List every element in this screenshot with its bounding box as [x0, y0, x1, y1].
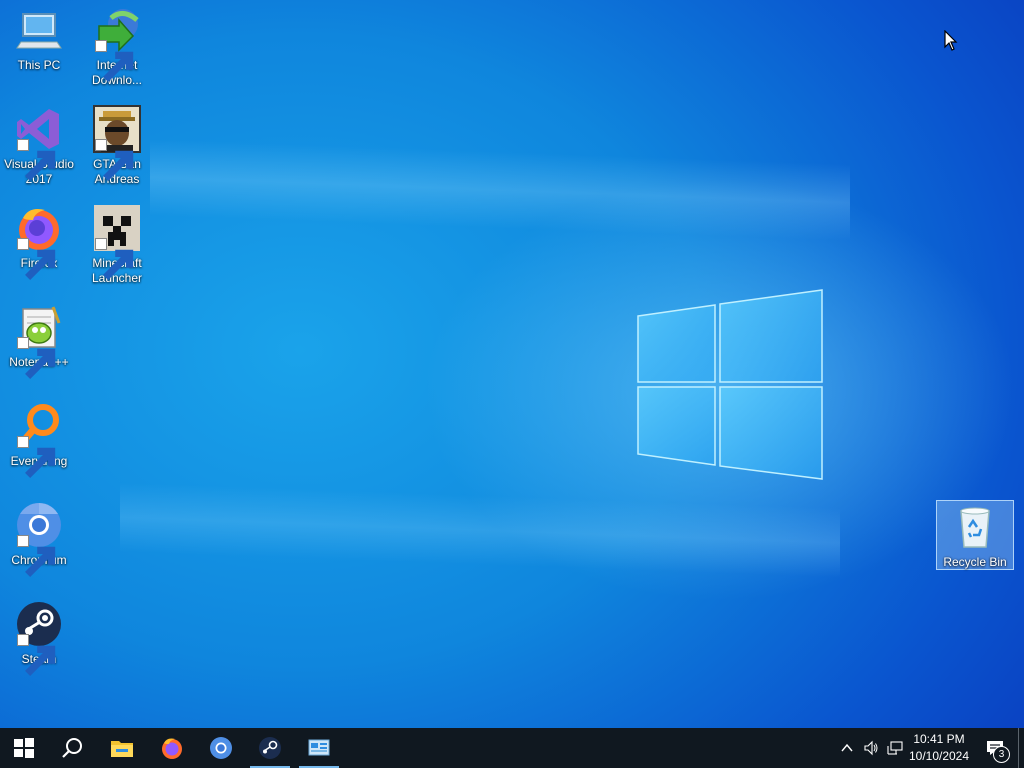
visual-studio-icon: [15, 105, 63, 181]
chevron-up-icon: [841, 743, 853, 752]
shortcut-arrow-icon: [17, 337, 56, 379]
show-hidden-icons-button[interactable]: [838, 728, 856, 768]
desktop-icon-this-pc[interactable]: This PC: [2, 6, 76, 73]
control-panel-icon: [308, 739, 330, 756]
shortcut-arrow-icon: [17, 139, 56, 181]
desktop-icon-label: This PC: [17, 58, 61, 72]
action-center-button[interactable]: 3: [980, 728, 1010, 768]
shortcut-arrow-icon: [17, 436, 56, 478]
desktop-icon-firefox[interactable]: Firefox: [2, 204, 76, 280]
notification-count-badge: 3: [993, 746, 1010, 763]
desktop-icon-internet-download-manager[interactable]: Internet Downlo...: [80, 6, 154, 88]
computer-icon: [15, 6, 63, 54]
desktop-icon-label: Recycle Bin: [943, 555, 1007, 569]
shortcut-arrow-icon: [95, 40, 134, 82]
desktop-icon-minecraft-launcher[interactable]: Minecraft Launcher: [80, 204, 154, 286]
taskbar-chromium[interactable]: [197, 728, 245, 768]
steam-icon: [259, 737, 281, 759]
clock-date: 10/10/2024: [908, 749, 970, 763]
taskbar: 10:41 PM 10/10/2024 3: [0, 728, 1024, 768]
desktop-icon-steam[interactable]: Steam: [2, 600, 76, 676]
internet-download-manager-icon: [93, 6, 141, 82]
taskbar-clock[interactable]: 10:41 PM 10/10/2024: [900, 728, 978, 768]
chromium-icon: [15, 501, 63, 577]
shortcut-arrow-icon: [17, 238, 56, 280]
search-button[interactable]: [48, 728, 96, 768]
desktop-icon-everything[interactable]: Everything: [2, 402, 76, 478]
mouse-cursor-icon: [944, 30, 958, 51]
speaker-icon: [864, 740, 878, 756]
clock-time: 10:41 PM: [913, 732, 965, 746]
taskbar-file-explorer[interactable]: [98, 728, 146, 768]
desktop-icon-visual-studio-2017[interactable]: Visual Studio 2017: [2, 105, 76, 187]
firefox-icon: [15, 204, 63, 280]
volume-button[interactable]: [860, 728, 882, 768]
show-desktop-button[interactable]: [1019, 728, 1024, 768]
firefox-icon: [162, 738, 182, 759]
start-icon: [14, 738, 34, 758]
start-button[interactable]: [0, 728, 48, 768]
everything-search-icon: [15, 402, 63, 478]
desktop-icon-gta-san-andreas[interactable]: GTA San Andreas: [80, 105, 154, 187]
file-explorer-icon: [111, 741, 133, 757]
shortcut-arrow-icon: [17, 535, 56, 577]
search-icon: [62, 738, 82, 758]
shortcut-arrow-icon: [95, 238, 134, 280]
taskbar-steam[interactable]: [246, 728, 294, 768]
minecraft-creeper-icon: [93, 204, 141, 280]
taskbar-control-panel[interactable]: [295, 728, 343, 768]
shortcut-arrow-icon: [95, 139, 134, 181]
windows-logo-wallpaper: [637, 289, 823, 480]
recycle-bin-icon: [951, 503, 999, 551]
taskbar-firefox[interactable]: [148, 728, 196, 768]
desktop-icon-recycle-bin[interactable]: Recycle Bin: [936, 500, 1014, 570]
desktop-icon-notepad-plus-plus[interactable]: Notepad++: [2, 303, 76, 379]
desktop[interactable]: This PC Internet Downlo... Visual Studio…: [0, 0, 1024, 728]
steam-icon: [15, 600, 63, 676]
gta-san-andreas-icon: [93, 105, 141, 181]
shortcut-arrow-icon: [17, 634, 56, 676]
notepad-plus-plus-icon: [15, 303, 63, 379]
desktop-icon-chromium[interactable]: Chromium: [2, 501, 76, 577]
chromium-icon: [210, 737, 232, 759]
